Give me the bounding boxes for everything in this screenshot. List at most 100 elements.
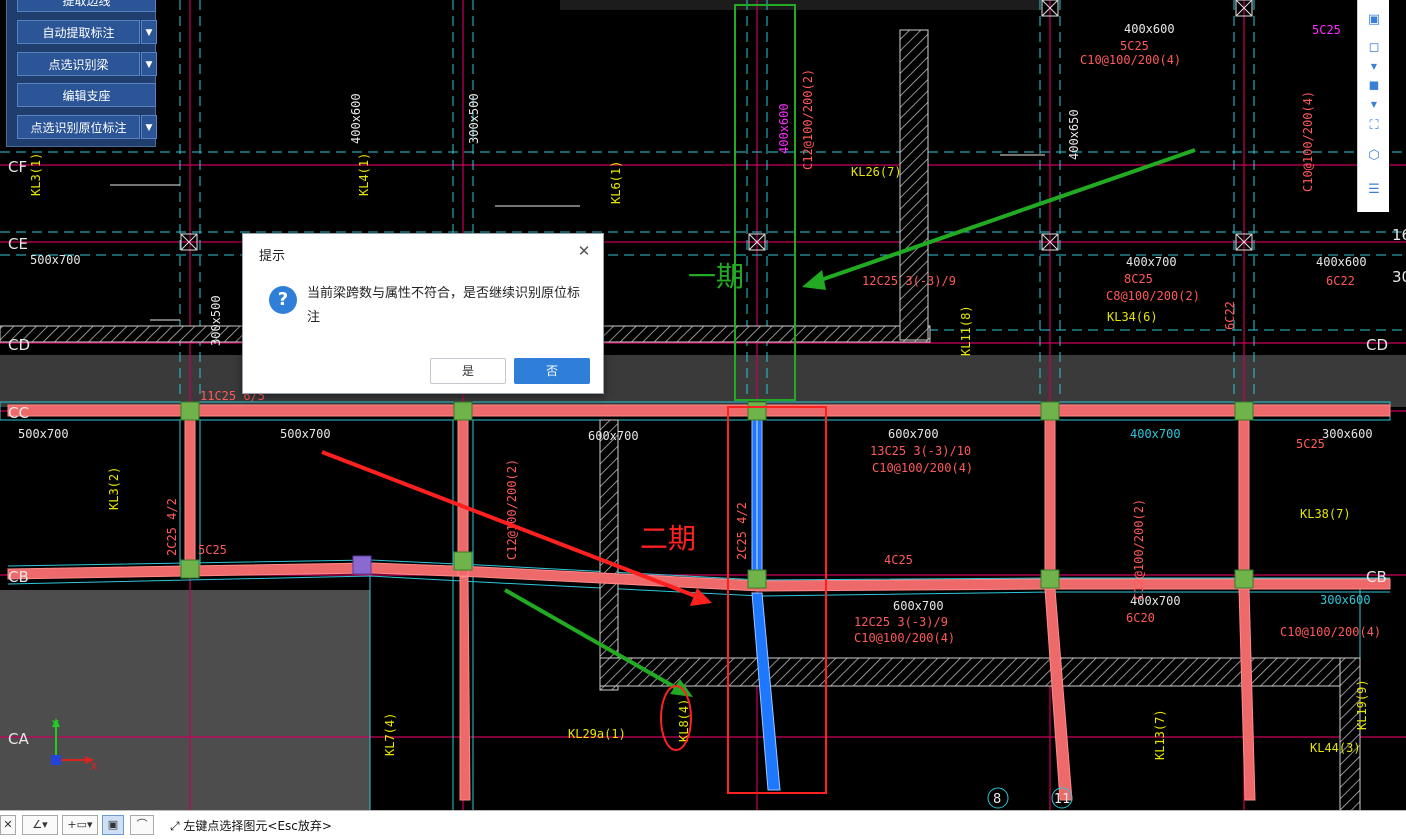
- axis-label-cb: CB: [8, 568, 29, 586]
- rebar-label: 5C25: [1120, 39, 1149, 53]
- status-text: 左键点选择图元<Esc放弃>: [183, 819, 332, 833]
- chevron-down-icon: ▼: [145, 123, 153, 133]
- rebar-label: 5C25: [1312, 23, 1341, 37]
- rebar-label: 12C25 3(-3)/9: [862, 274, 956, 288]
- beam-tag: KL34(6): [1107, 310, 1158, 324]
- status-toolbar: ✕ ∠▾ +▭▾ ▣ ⌒ ⤢ 左键点选择图元<Esc放弃>: [0, 810, 1406, 839]
- dialog-title: 提示: [259, 249, 286, 264]
- axis-label-ce: CE: [8, 235, 28, 253]
- dimension-icon[interactable]: +▭▾: [62, 815, 98, 835]
- rebar-label: C12@100/200(2): [1132, 499, 1146, 600]
- axis-label-cc: CC: [8, 404, 29, 422]
- rebar-label: C12@100/200(2): [505, 459, 519, 560]
- beam-tag: KL29a(1): [568, 727, 626, 741]
- no-button[interactable]: 否: [514, 358, 590, 384]
- rebar-label: 2C25 4/2: [735, 502, 749, 560]
- screen-icon[interactable]: ▣: [102, 815, 124, 835]
- cube-icon[interactable]: ◻: [1364, 38, 1384, 58]
- auto-extract-labels-button[interactable]: 自动提取标注: [17, 20, 140, 44]
- chevron-down-icon: ▼: [145, 60, 153, 70]
- recognition-toolbar: 提取边线 自动提取标注 ▼ 点选识别梁 ▼ 编辑支座 点选识别原位标注 ▼: [6, 0, 157, 147]
- axis-label-cd-right: CD: [1366, 336, 1388, 354]
- rebar-label: C10@100/200(4): [1301, 91, 1315, 192]
- beam-tag: KL3(1): [29, 153, 43, 196]
- beam-tag: KL4(1): [357, 153, 371, 196]
- beam-tag: KL44(3): [1310, 741, 1361, 755]
- rebar-label: 6C22: [1223, 301, 1237, 330]
- beam-tag: KL38(7): [1300, 507, 1351, 521]
- size-label: 400x700: [1126, 255, 1177, 269]
- extract-edge-button[interactable]: 提取边线: [17, 0, 156, 12]
- close-small-icon[interactable]: ✕: [0, 815, 16, 835]
- fit-view-icon[interactable]: ⛶: [1364, 116, 1384, 136]
- svg-text:X: X: [90, 760, 98, 773]
- angle-icon[interactable]: ∠▾: [22, 815, 58, 835]
- rebar-label: C10@100/200(4): [872, 461, 973, 475]
- rebar-label: C12@100/200(2): [801, 69, 815, 170]
- beam-tag: KL11(8): [959, 305, 973, 356]
- yes-button[interactable]: 是: [430, 358, 506, 384]
- pick-identify-inplace-label-dropdown[interactable]: ▼: [141, 115, 157, 139]
- size-label: 500x700: [30, 253, 81, 267]
- phase1-label: 一期: [688, 260, 744, 293]
- rebar-label: 2C25 4/2: [165, 498, 179, 556]
- rebar-label: 5C25: [1296, 437, 1325, 451]
- size-label: 300x500: [209, 295, 223, 346]
- axis-label-cf: CF: [8, 158, 27, 176]
- rebar-label: 13C25 3(-3)/10: [870, 444, 971, 458]
- rebar-label: 400x600: [777, 103, 791, 154]
- beam-tag: KL13(7): [1153, 709, 1167, 760]
- beam-tag: KL19(9): [1355, 679, 1369, 730]
- axis-label-8: 8: [993, 792, 1001, 807]
- chevron-down-icon: ▼: [145, 28, 153, 38]
- chevron-down-icon[interactable]: ▼: [1369, 100, 1379, 110]
- beam-tag: KL26(7): [851, 165, 902, 179]
- size-label: 600x700: [888, 427, 939, 441]
- size-label: 500x700: [280, 427, 331, 441]
- grey-region: [0, 0, 1406, 838]
- axis-label-ca: CA: [8, 730, 29, 748]
- rebar-label: 5C25: [198, 543, 227, 557]
- cad-drawing-canvas[interactable]: CF CE CD CC CB CA CD CB 16 30 8 11 KL26(…: [0, 0, 1406, 838]
- beam-tag: KL6(1): [609, 161, 623, 204]
- properties-icon[interactable]: ☰: [1364, 180, 1384, 200]
- beam-tag: KL7(4): [383, 713, 397, 756]
- size-label: 600x700: [588, 429, 639, 443]
- rebar-label: C10@100/200(4): [1080, 53, 1181, 67]
- expand-icon: ⤢: [170, 819, 184, 833]
- rebar-label: 12C25 3(-3)/9: [854, 615, 948, 629]
- rebar-label: C8@100/200(2): [1106, 289, 1200, 303]
- question-icon: ?: [269, 286, 297, 314]
- layers-cube-icon[interactable]: ⬡: [1364, 146, 1384, 166]
- edit-support-button[interactable]: 编辑支座: [17, 83, 156, 107]
- cube-solid-icon[interactable]: ◼: [1364, 76, 1384, 96]
- dialog-message: 当前梁跨数与属性不符合，是否继续识别原位标注: [307, 286, 581, 325]
- pick-identify-beam-button[interactable]: 点选识别梁: [17, 52, 140, 76]
- chevron-down-icon[interactable]: ▼: [1369, 62, 1379, 72]
- size-label: 400x600: [1316, 255, 1367, 269]
- curve-icon[interactable]: ⌒: [130, 815, 154, 835]
- svg-text:Y: Y: [51, 718, 59, 731]
- view-3d-icon[interactable]: ▣: [1364, 10, 1384, 30]
- size-label: 300x600: [1322, 427, 1373, 441]
- size-label: 400x700: [1130, 427, 1181, 441]
- rebar-label: 8C25: [1124, 272, 1153, 286]
- pick-identify-beam-dropdown[interactable]: ▼: [141, 52, 157, 76]
- close-icon[interactable]: ✕: [576, 243, 592, 259]
- prompt-dialog: 提示 ✕ ? 当前梁跨数与属性不符合，是否继续识别原位标注 是 否: [242, 233, 604, 394]
- edge-mark-30: 30: [1392, 268, 1406, 286]
- pick-identify-inplace-label-button[interactable]: 点选识别原位标注: [17, 115, 140, 139]
- size-label: 300x500: [467, 93, 481, 144]
- edge-mark-16: 16: [1392, 226, 1406, 244]
- phase2-label: 二期: [640, 522, 696, 555]
- beam-tag: KL3(2): [107, 467, 121, 510]
- axis-label-cd: CD: [8, 336, 30, 354]
- size-label: 500x700: [18, 427, 69, 441]
- rebar-texts-magenta: 5C25 400x600: [777, 23, 1341, 154]
- column-x-marks: [180, 0, 1253, 251]
- size-label: 400x600: [1124, 22, 1175, 36]
- size-label: 600x700: [893, 599, 944, 613]
- selected-beam[interactable]: [751, 419, 781, 791]
- auto-extract-labels-dropdown[interactable]: ▼: [141, 20, 157, 44]
- size-label: 300x600: [1320, 593, 1371, 607]
